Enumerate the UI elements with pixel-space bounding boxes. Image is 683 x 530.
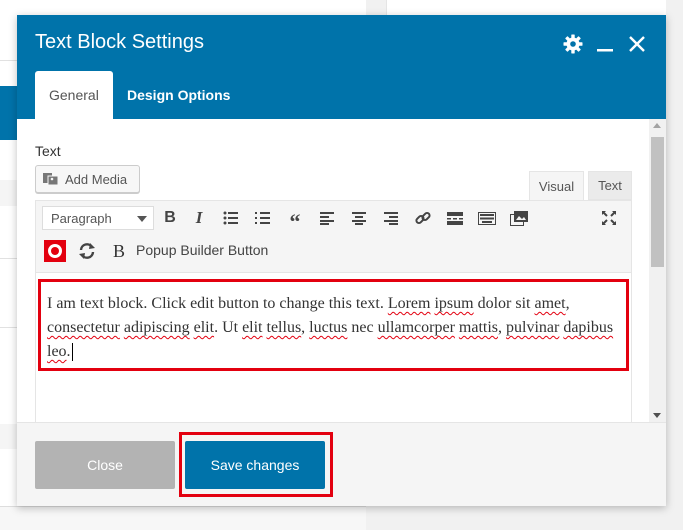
text-cursor — [71, 343, 73, 362]
misspelled-word: elit — [242, 319, 263, 336]
text-segment: , — [565, 295, 570, 312]
bold-icon[interactable]: B — [157, 206, 183, 230]
tab-text[interactable]: Text — [588, 171, 632, 200]
misspelled-word: ullamcorper — [377, 319, 455, 336]
scroll-down-arrow-icon[interactable] — [653, 413, 661, 418]
misspelled-word: tellus — [266, 319, 302, 336]
popup-target-icon[interactable] — [42, 239, 68, 263]
tab-design-options[interactable]: Design Options — [113, 71, 244, 119]
minimize-icon[interactable] — [594, 33, 616, 55]
text-segment: I am text block. Click edit button to ch… — [47, 295, 388, 312]
misspelled-word: consectetur — [47, 319, 120, 336]
text-segment: nec — [347, 319, 378, 336]
rich-text-editor: Paragraph B I “ B Popup Builder Button I… — [35, 200, 632, 422]
numbered-list-icon[interactable] — [250, 206, 276, 230]
tab-general[interactable]: General — [35, 71, 113, 119]
misspelled-word: leo — [47, 343, 67, 360]
blockquote-icon[interactable]: “ — [282, 206, 308, 233]
align-left-icon[interactable] — [314, 206, 340, 230]
misspelled-word: mattis — [458, 319, 498, 336]
close-button[interactable]: Close — [35, 441, 175, 489]
modal-title: Text Block Settings — [35, 31, 204, 53]
text-field-label: Text — [35, 143, 61, 159]
header-controls — [562, 33, 648, 55]
align-right-icon[interactable] — [378, 206, 404, 230]
misspelled-word: elit — [193, 319, 215, 336]
bullet-list-icon[interactable] — [218, 206, 244, 230]
misspelled-word: pulvinar — [506, 319, 560, 336]
text-segment: . Ut — [214, 319, 243, 336]
link-icon[interactable] — [410, 206, 436, 230]
modal-footer: Close Save changes — [17, 422, 666, 506]
chevron-down-icon — [137, 216, 147, 222]
format-select[interactable]: Paragraph — [42, 206, 154, 230]
add-media-icon — [43, 173, 59, 186]
modal-scrollbar[interactable] — [649, 119, 666, 422]
fullscreen-icon[interactable] — [596, 206, 622, 230]
text-segment: dolor sit — [473, 295, 535, 312]
misspelled-word: ipsum — [434, 295, 474, 312]
background-right-bottom — [366, 506, 683, 530]
refresh-icon[interactable] — [74, 239, 100, 263]
misspelled-word: amet — [534, 295, 566, 312]
text-content-area[interactable]: I am text block. Click edit button to ch… — [38, 279, 629, 371]
misspelled-word: adipiscing — [123, 319, 190, 336]
align-center-icon[interactable] — [346, 206, 372, 230]
tab-visual[interactable]: Visual — [529, 171, 584, 200]
add-media-label: Add Media — [65, 171, 128, 187]
text-segment: . — [66, 343, 71, 360]
scrollbar-thumb[interactable] — [651, 137, 664, 267]
read-more-icon[interactable] — [442, 206, 468, 230]
add-media-button[interactable]: Add Media — [35, 165, 140, 193]
italic-icon[interactable]: I — [186, 206, 212, 230]
format-select-value: Paragraph — [51, 210, 112, 226]
scroll-up-arrow-icon[interactable] — [653, 123, 661, 128]
save-changes-button[interactable]: Save changes — [185, 441, 325, 489]
popup-builder-icon[interactable]: B — [106, 239, 132, 263]
background-footer — [0, 506, 366, 530]
text-block-settings-modal: Text Block Settings General Design Optio… — [17, 15, 666, 506]
editor-toolbar: Paragraph B I “ B Popup Builder Button — [36, 201, 631, 273]
settings-body: Text Add Media Visual Text Paragraph B I — [17, 119, 666, 422]
text-segment: , — [498, 319, 506, 336]
close-icon[interactable] — [626, 33, 648, 55]
background-right-strip — [666, 0, 683, 506]
keyboard-icon[interactable] — [474, 206, 500, 230]
misspelled-word: Lorem — [387, 295, 431, 312]
modal-header: Text Block Settings General Design Optio… — [17, 15, 666, 119]
popup-builder-button-label[interactable]: Popup Builder Button — [136, 242, 268, 258]
misspelled-word: dapibus — [563, 319, 614, 336]
misspelled-word: luctus — [309, 319, 348, 336]
gallery-icon[interactable] — [506, 206, 532, 230]
gear-icon[interactable] — [562, 33, 584, 55]
text-segment: , — [301, 319, 310, 336]
